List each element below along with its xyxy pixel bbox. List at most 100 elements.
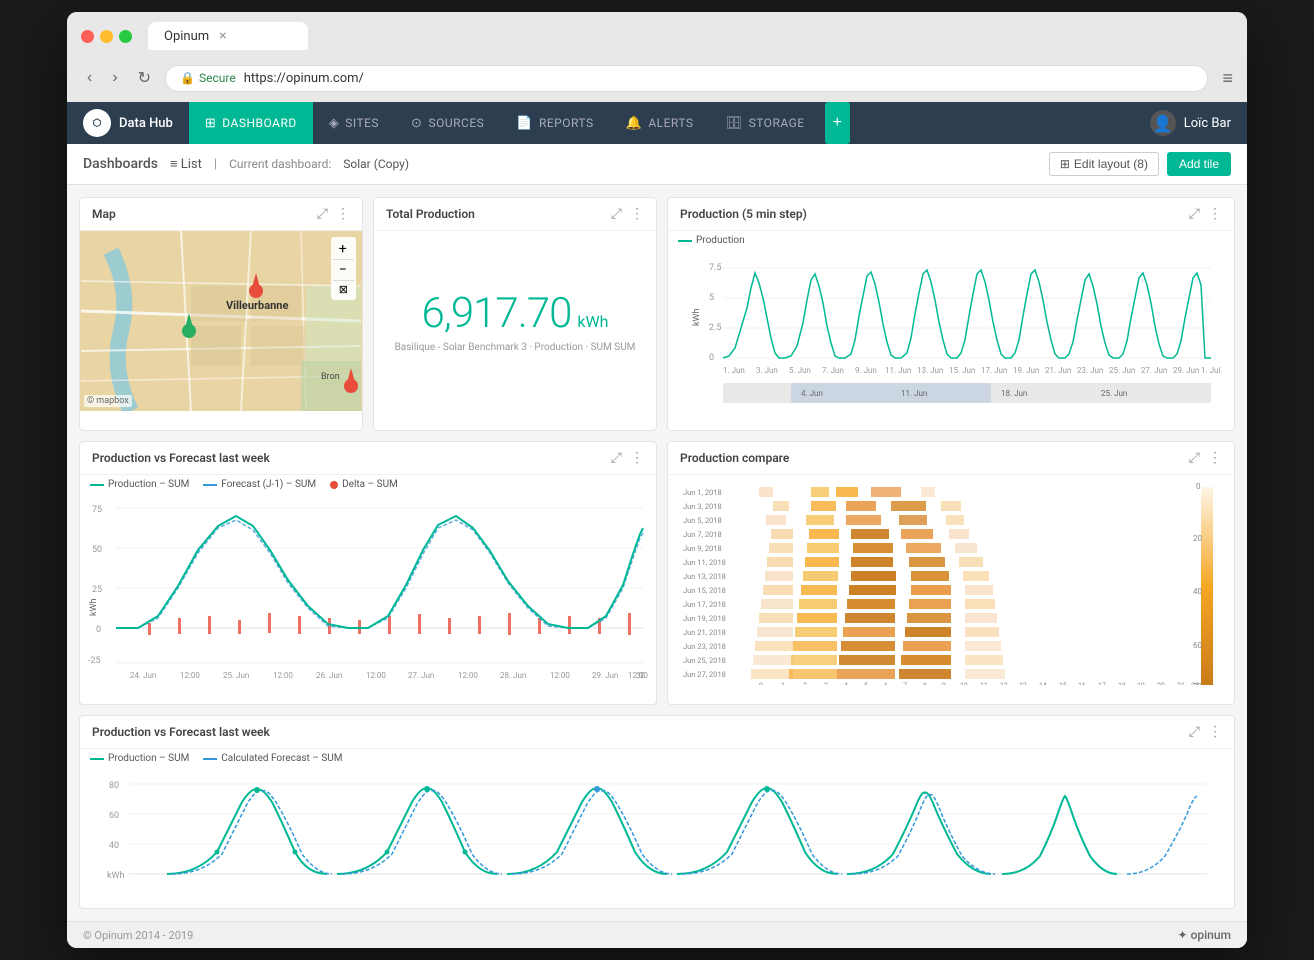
svg-text:21. Jun: 21. Jun	[1045, 366, 1071, 375]
svg-text:Jun 7, 2018: Jun 7, 2018	[683, 530, 722, 539]
prod5-menu-icon[interactable]: ⋮	[1208, 206, 1222, 222]
logo-area: ⬡ Data Hub	[67, 102, 189, 144]
pvf-bottom-chart: 80 60 40 kWh	[80, 768, 1234, 908]
svg-text:5. Jun: 5. Jun	[789, 366, 811, 375]
svg-text:Bron: Bron	[321, 372, 340, 382]
total-production-tile: Total Production ⤢ ⋮ 6,917.70 kWh Basili…	[373, 197, 657, 431]
svg-text:9: 9	[942, 682, 946, 685]
reports-icon: 📄	[516, 116, 533, 131]
forward-button[interactable]: ›	[106, 65, 123, 91]
svg-text:11: 11	[980, 682, 988, 685]
total-expand-icon[interactable]: ⤢	[611, 206, 622, 222]
sites-icon: ◈	[329, 116, 340, 131]
sub-header: Dashboards ≡ List | Current dashboard: S…	[67, 144, 1247, 185]
tab-close-button[interactable]: ×	[219, 28, 226, 44]
zoom-in-button[interactable]: +	[333, 239, 354, 260]
pvfb-menu-icon[interactable]: ⋮	[1208, 724, 1222, 740]
pc-menu-icon[interactable]: ⋮	[1208, 450, 1222, 466]
map-tile-controls: ⤢ ⋮	[317, 206, 350, 222]
pvf-expand-icon[interactable]: ⤢	[611, 450, 622, 466]
pvf-bottom-controls: ⤢ ⋮	[1189, 724, 1222, 740]
zoom-fit-button[interactable]: ⊠	[333, 281, 354, 298]
svg-text:40: 40	[1193, 587, 1202, 596]
map-zoom-controls[interactable]: + − ⊠	[331, 237, 356, 300]
production-5min-title: Production (5 min step)	[680, 207, 807, 221]
production-compare-header: Production compare ⤢ ⋮	[668, 442, 1234, 475]
nav-label-sites: SITES	[345, 116, 379, 130]
svg-text:1: 1	[781, 682, 785, 685]
svg-text:12:00: 12:00	[458, 671, 478, 680]
prod5-svg: 7.5 5 2.5 0 kWh	[676, 258, 1226, 413]
svg-text:17: 17	[1098, 682, 1106, 685]
legend-prod-sum-b: Production – SUM	[90, 753, 189, 764]
nav-item-dashboard[interactable]: ⊞ DASHBOARD	[189, 102, 313, 144]
svg-text:3: 3	[824, 682, 828, 685]
svg-text:11. Jun: 11. Jun	[901, 389, 927, 398]
total-production-value: 6,917.70	[421, 289, 571, 338]
dot-yellow[interactable]	[100, 30, 113, 43]
svg-text:25. Jun: 25. Jun	[1109, 366, 1135, 375]
svg-text:0: 0	[759, 682, 763, 685]
production-compare-controls: ⤢ ⋮	[1189, 450, 1222, 466]
svg-text:18. Jun: 18. Jun	[1001, 389, 1027, 398]
nav-plus-button[interactable]: +	[825, 102, 850, 144]
production-compare-tile: Production compare ⤢ ⋮ Jun 1, 2018 Jun 3…	[667, 441, 1235, 705]
svg-text:kWh: kWh	[692, 308, 702, 326]
list-button[interactable]: ≡ List	[170, 156, 202, 172]
nav-item-sources[interactable]: ⊙ SOURCES	[395, 102, 500, 144]
map-expand-icon[interactable]: ⤢	[317, 206, 328, 222]
nav-item-alerts[interactable]: 🔔 ALERTS	[610, 102, 710, 144]
total-menu-icon[interactable]: ⋮	[630, 206, 644, 222]
address-bar[interactable]: 🔒 Secure https://opinum.com/	[165, 65, 1208, 92]
alerts-icon: 🔔	[626, 116, 643, 131]
svg-text:10: 10	[960, 682, 968, 685]
svg-text:1. Jun: 1. Jun	[723, 366, 745, 375]
pvf-bottom-header: Production vs Forecast last week ⤢ ⋮	[80, 716, 1234, 749]
svg-text:0: 0	[709, 353, 714, 363]
svg-text:20: 20	[1157, 682, 1165, 685]
map-menu-icon[interactable]: ⋮	[336, 206, 350, 222]
nav-item-reports[interactable]: 📄 REPORTS	[500, 102, 609, 144]
legend-prod-b-line	[90, 758, 104, 760]
pvf-menu-icon[interactable]: ⋮	[630, 450, 644, 466]
svg-text:19. Jun: 19. Jun	[1013, 366, 1039, 375]
pvf-bottom-tile: Production vs Forecast last week ⤢ ⋮ Pro…	[79, 715, 1235, 909]
pvf-bottom-title: Production vs Forecast last week	[92, 725, 270, 739]
nav-item-storage[interactable]: 🗄 STORAGE	[710, 102, 821, 144]
total-production-body: 6,917.70 kWh Basilique - Solar Benchmark…	[374, 231, 656, 411]
sub-header-right: ⊞ Edit layout (8) Add tile	[1049, 152, 1231, 176]
address-url: https://opinum.com/	[244, 71, 364, 86]
pvf-week-body: Production – SUM Forecast (J-1) – SUM De…	[80, 475, 656, 704]
svg-text:Jun 27, 2018: Jun 27, 2018	[683, 670, 726, 679]
nav-item-sites[interactable]: ◈ SITES	[313, 102, 395, 144]
dot-red[interactable]	[81, 30, 94, 43]
svg-text:12:00: 12:00	[366, 671, 386, 680]
svg-text:9. Jun: 9. Jun	[855, 366, 877, 375]
edit-layout-button[interactable]: ⊞ Edit layout (8)	[1049, 152, 1159, 176]
svg-text:28. Jun: 28. Jun	[500, 671, 526, 680]
prod5-expand-icon[interactable]: ⤢	[1189, 206, 1200, 222]
browser-tab[interactable]: Opinum ×	[148, 22, 308, 50]
svg-text:13. Jun: 13. Jun	[917, 366, 943, 375]
svg-text:60: 60	[109, 811, 119, 821]
total-production-header: Total Production ⤢ ⋮	[374, 198, 656, 231]
total-production-label: Basilique - Solar Benchmark 3 · Producti…	[395, 342, 636, 353]
legend-calc-line	[203, 758, 217, 760]
add-tile-button[interactable]: Add tile	[1167, 152, 1231, 176]
map-container[interactable]: Villeurbanne Bron	[80, 231, 362, 411]
dashboard: Map ⤢ ⋮	[67, 185, 1247, 921]
svg-text:27. Jun: 27. Jun	[1141, 366, 1167, 375]
browser-menu-button[interactable]: ≡	[1222, 68, 1233, 89]
breadcrumb-current-label: Current dashboard:	[229, 157, 331, 171]
total-production-display: 6,917.70 kWh Basilique - Solar Benchmark…	[374, 231, 656, 411]
refresh-button[interactable]: ↻	[132, 64, 157, 92]
dot-green[interactable]	[119, 30, 132, 43]
nav-label-reports: REPORTS	[539, 116, 594, 130]
svg-text:8: 8	[923, 682, 927, 685]
pvf-week-chart: 75 50 25 0 -25 kWh	[80, 494, 656, 704]
pc-expand-icon[interactable]: ⤢	[1189, 450, 1200, 466]
pvfb-expand-icon[interactable]: ⤢	[1189, 724, 1200, 740]
zoom-out-button[interactable]: −	[333, 260, 354, 281]
pvf-svg: 75 50 25 0 -25 kWh	[88, 498, 648, 698]
back-button[interactable]: ‹	[81, 65, 98, 91]
